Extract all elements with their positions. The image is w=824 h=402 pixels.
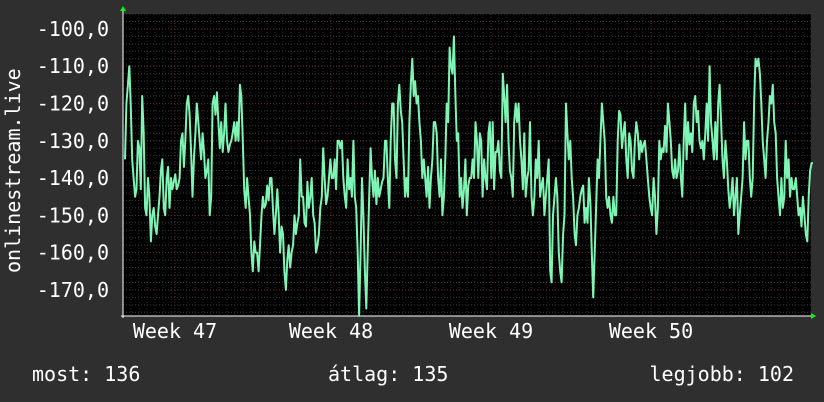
x-tick-label: Week 47 [133, 319, 217, 343]
y-axis-ticks: -100,0 -110,0 -120,0 -130,0 -140,0 -150,0 -160… [37, 17, 109, 302]
y-tick-label: -130,0 [37, 129, 109, 153]
average-label: átlag: [328, 362, 401, 386]
x-tick-label: Week 49 [449, 319, 533, 343]
x-tick-label: Week 48 [289, 319, 373, 343]
footer-now: most: 136 [32, 362, 140, 386]
best-label: legjobb: [649, 362, 746, 386]
x-axis-arrow [811, 313, 816, 319]
chart: -100,0 -110,0 -120,0 -130,0 -140,0 -150,0 -160… [1, 6, 816, 343]
footer-average: átlag: 135 [328, 362, 448, 386]
y-tick-label: -140,0 [37, 166, 109, 190]
best-value: 102 [757, 362, 794, 386]
y-tick-label: -100,0 [37, 17, 109, 41]
x-tick-label: Week 50 [609, 319, 693, 343]
y-tick-label: -160,0 [37, 241, 109, 265]
y-tick-label: -170,0 [37, 278, 109, 302]
y-axis-label: onlinestream.live [1, 68, 25, 273]
average-value: 135 [412, 362, 449, 386]
footer-best: legjobb: 102 [650, 362, 795, 386]
y-tick-label: -110,0 [37, 54, 109, 78]
x-axis-ticks: Week 47 Week 48 Week 49 Week 50 [133, 319, 693, 343]
y-axis-arrow [120, 6, 126, 11]
y-tick-label: -120,0 [37, 91, 109, 115]
y-tick-label: -150,0 [37, 203, 109, 227]
now-label: most: [32, 362, 93, 386]
now-value: 136 [104, 362, 141, 386]
